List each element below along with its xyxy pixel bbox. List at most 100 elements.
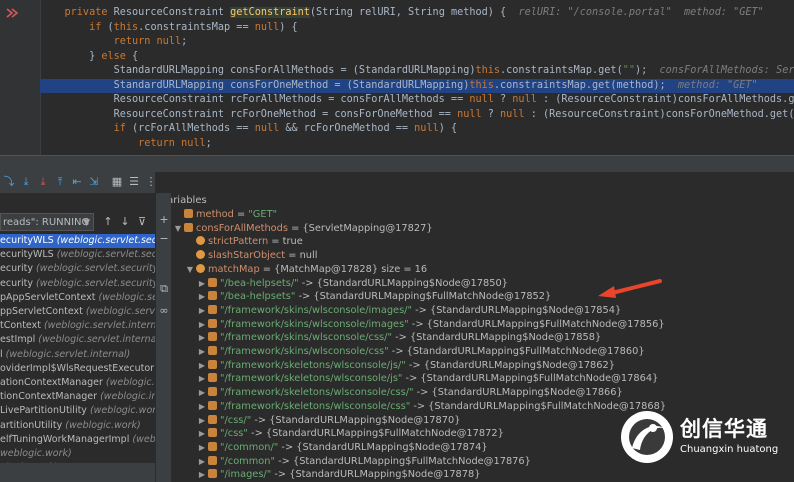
variable-icon [208, 277, 217, 287]
expand-toggle-icon[interactable]: ▶ [197, 359, 207, 373]
variable-consForAllMethods[interactable]: ▼ consForAllMethods = {ServletMapping@178… [171, 222, 794, 236]
expand-toggle-icon[interactable]: ▶ [197, 331, 207, 345]
code-line[interactable]: return null; [40, 137, 794, 151]
expand-toggle-icon[interactable]: ▶ [197, 441, 207, 455]
force-step-into-icon[interactable]: ⤓ [36, 175, 50, 189]
arrow-up-icon[interactable]: ↑ [102, 215, 114, 229]
map-entry[interactable]: ▶ "/framework/skeletons/wlsconsole/js" ->… [171, 372, 794, 386]
variable-meta: -> {StandardURLMapping$FullMatchNode@178… [408, 318, 665, 330]
collapse-toggle-icon[interactable]: ▼ [173, 222, 183, 236]
variable-icon [208, 414, 217, 424]
frame-class: (weblogic.servlet.security.i [56, 249, 155, 261]
frame-method: ecurity [0, 277, 37, 289]
expand-toggle-icon[interactable]: ▶ [197, 468, 207, 482]
expand-toggle-icon[interactable]: ▶ [197, 318, 207, 332]
code-token: ? [493, 94, 513, 105]
thread-selector[interactable]: reads": RUNNING ▼ [0, 213, 94, 231]
map-entry[interactable]: ▶ "/framework/skeletons/wlsconsole/css/" … [171, 386, 794, 400]
variable-matchMap[interactable]: ▼ matchMap = {MatchMap@17828} size = 16 [171, 263, 794, 277]
map-entry[interactable]: ▶ "/framework/skins/wlsconsole/css/" -> {… [171, 331, 794, 345]
stack-frame[interactable]: ppServletContext (weblogic.servlet.int [0, 305, 155, 319]
arrow-down-icon[interactable]: ↓ [119, 215, 131, 229]
map-entry[interactable]: ▶ "/framework/skins/wlsconsole/css" -> {S… [171, 345, 794, 359]
add-watch-icon[interactable]: + [158, 214, 170, 226]
stack-frame[interactable]: oviderImpl$WlsRequestExecutor (we [0, 362, 155, 376]
stack-frame[interactable]: estImpl (weblogic.servlet.internal [0, 333, 155, 347]
stack-frame[interactable]: elfTuningWorkManagerImpl (weblog [0, 433, 155, 447]
stack-frame[interactable]: l (weblogic.servlet.internal) [0, 348, 155, 362]
code-token: null [254, 21, 280, 33]
expand-toggle-icon[interactable]: ▶ [197, 455, 207, 469]
copy-icon[interactable]: ⧉ [158, 283, 170, 295]
settings-icon[interactable]: ⋮ [144, 175, 158, 189]
stack-frame[interactable]: tContext (weblogic.servlet.internal. [0, 319, 155, 333]
stack-frame[interactable]: ecurityWLS (weblogic.servlet.security.i [0, 248, 155, 262]
code-line[interactable]: if (this.constraintsMap == null) { [40, 21, 794, 35]
evaluate-icon[interactable]: ▦ [110, 175, 124, 189]
frame-class: (weblogic.invo [105, 377, 155, 388]
stack-frame[interactable]: LivePartitionUtility (weblogic.work) [0, 404, 155, 418]
expand-toggle-icon[interactable]: ▶ [197, 414, 207, 428]
variable-eq: = [233, 209, 249, 220]
variable-meta: -> {StandardURLMapping$Node@17858} [391, 332, 602, 344]
code-line[interactable]: private ResourceConstraint getConstraint… [40, 6, 794, 20]
logo-chinese-text: 创信华通 [680, 417, 768, 441]
current-execution-line[interactable]: StandardURLMapping consForOneMethod = (S… [40, 78, 794, 93]
frame-class: (weblogic.invo [100, 391, 155, 403]
panel-splitter[interactable] [0, 155, 794, 172]
code-editor[interactable]: private ResourceConstraint getConstraint… [0, 0, 794, 155]
stack-frame[interactable]: weblogic.work) [0, 447, 155, 461]
code-line[interactable]: ResourceConstraint rcForAllMethods = con… [40, 93, 794, 107]
expand-toggle-icon[interactable]: ▶ [197, 372, 207, 386]
map-entry[interactable]: ▶ "/framework/skins/wlsconsole/images/" -… [171, 304, 794, 318]
collapse-toggle-icon[interactable]: ▼ [185, 263, 195, 277]
code-line[interactable]: if (rcForAllMethods == null && rcForOneM… [40, 122, 794, 136]
stack-frame[interactable]: ecurityWLS (weblogic.servlet.secur [0, 234, 155, 248]
editor-gutter[interactable] [0, 0, 41, 155]
map-entry[interactable]: ▶ "/bea-helpsets" -> {StandardURLMapping$… [171, 290, 794, 304]
map-entry[interactable]: ▶ "/framework/skeletons/wlsconsole/js/" -… [171, 359, 794, 373]
watch-glasses-icon[interactable]: ∞ [158, 305, 170, 317]
variable-meta: size = 16 [378, 263, 428, 275]
stack-frame[interactable]: ationContextManager (weblogic.invo [0, 376, 155, 390]
step-over-icon[interactable]: ⤵ [2, 175, 16, 189]
stack-frame[interactable]: pAppServletContext (weblogic.servlet.i [0, 291, 155, 305]
drop-frame-icon[interactable]: ⇤ [70, 175, 84, 189]
frame-method: oviderImpl$WlsRequestExecutor [0, 362, 155, 374]
stack-frame[interactable]: ecurity (weblogic.servlet.security.inter… [0, 262, 155, 276]
stack-frame[interactable]: tionContextManager (weblogic.invo [0, 390, 155, 404]
filter-icon[interactable]: ⊽ [136, 215, 148, 229]
variable-method[interactable]: method = "GET" [171, 208, 794, 222]
breakpoint-icon[interactable] [5, 7, 19, 19]
code-token: : (ResourceConstraint)consForAllMethods.… [542, 94, 794, 105]
map-entry[interactable]: ▶ "/bea-helpsets/" -> {StandardURLMapping… [171, 277, 794, 291]
step-into-icon[interactable]: ⤓ [19, 175, 33, 189]
expand-toggle-icon[interactable]: ▶ [197, 304, 207, 318]
code-token: ) { [279, 21, 298, 33]
remove-icon[interactable]: − [158, 233, 170, 245]
expand-toggle-icon[interactable]: ▶ [197, 290, 207, 304]
stack-frame[interactable]: artitionUtility (weblogic.work) [0, 419, 155, 433]
code-line[interactable]: return null; [40, 35, 794, 49]
code-line[interactable]: } else { [40, 50, 794, 64]
variable-meta: -> {StandardURLMapping$FullMatchNode@178… [295, 291, 552, 303]
expand-toggle-icon[interactable]: ▶ [197, 386, 207, 400]
stack-frame[interactable]: ecurity (weblogic.servlet.security.int [0, 277, 155, 291]
code-line[interactable]: ResourceConstraint rcForOneMethod = cons… [40, 108, 794, 122]
variable-strictPattern[interactable]: strictPattern = true [171, 235, 794, 249]
code-line[interactable]: StandardURLMapping consForAllMethods = (… [40, 64, 794, 78]
expand-toggle-icon[interactable]: ▶ [197, 345, 207, 359]
run-to-cursor-icon[interactable]: ⇲ [87, 175, 101, 189]
step-out-icon[interactable]: ⤒ [53, 175, 67, 189]
expand-toggle-icon[interactable]: ▶ [197, 277, 207, 291]
table-view-icon[interactable]: ☰ [127, 175, 141, 189]
code-token: null [500, 108, 525, 120]
map-entry[interactable]: ▶ "/framework/skins/wlsconsole/images" ->… [171, 318, 794, 332]
map-entry[interactable]: ▶ "/images/" -> {StandardURLMapping$Node@… [171, 468, 794, 482]
variable-slashStarObject[interactable]: slashStarObject = null [171, 249, 794, 263]
frames-footer [0, 463, 155, 482]
expand-toggle-icon[interactable]: ▶ [197, 400, 207, 414]
variable-val: "/framework/skeletons/wlsconsole/js/" [220, 359, 406, 371]
code-token: ; [205, 137, 212, 149]
expand-toggle-icon[interactable]: ▶ [197, 427, 207, 441]
